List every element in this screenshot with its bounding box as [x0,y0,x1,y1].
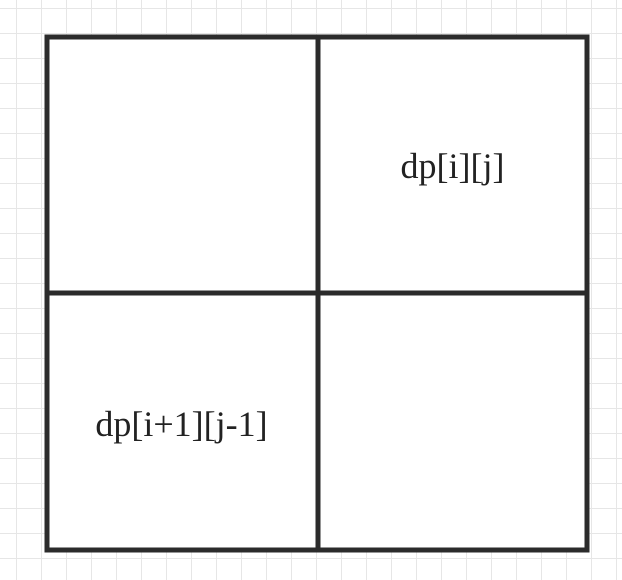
dp-grid-diagram: dp[i][j] dp[i+1][j-1] [0,0,622,580]
dp-grid-svg [44,34,590,553]
cell-top-left [47,37,318,293]
cell-label-dp-i-plus-1-j-minus-1: dp[i+1][j-1] [95,404,268,444]
cell-label-dp-i-j: dp[i][j] [400,146,505,186]
cell-bottom-right [318,293,587,550]
